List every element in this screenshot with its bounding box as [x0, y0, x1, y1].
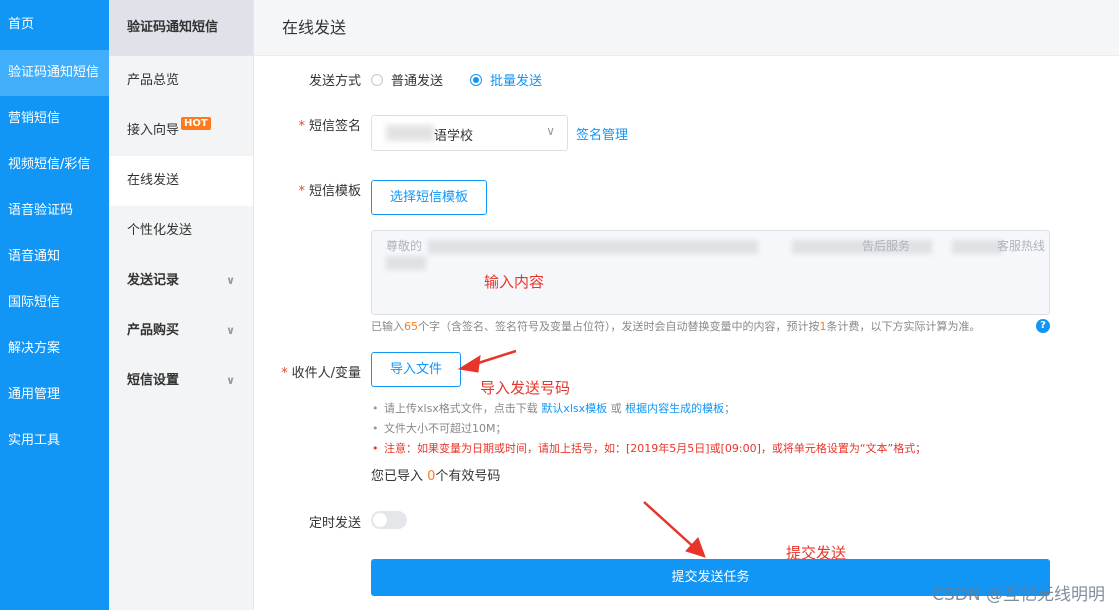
- nav-item-home[interactable]: 首页: [0, 0, 109, 50]
- main-content: 在线发送 发送方式 普通发送 批量发送 * 短信签名 语学校 ∨ 签名管理 * 短信…: [254, 0, 1119, 610]
- subnav-item-label: 接入向导: [127, 123, 180, 138]
- subnav-item-online-send[interactable]: 在线发送: [109, 156, 253, 206]
- arrow-head-import: [457, 355, 481, 373]
- arrow-head-submit: [685, 537, 706, 558]
- chevron-down-icon: ∨: [226, 324, 235, 337]
- arrow-line-submit: [643, 501, 698, 551]
- nav-item-general-mgmt[interactable]: 通用管理: [0, 372, 109, 418]
- annotation-arrows: [457, 349, 706, 558]
- subnav-item-personalized-send[interactable]: 个性化发送: [109, 206, 253, 256]
- subnav-group-settings[interactable]: 短信设置 ∨: [109, 356, 253, 406]
- subnav-group-send-records[interactable]: 发送记录 ∨: [109, 256, 253, 306]
- nav-item-verify-sms[interactable]: 验证码通知短信: [0, 50, 109, 96]
- nav-item-solutions[interactable]: 解决方案: [0, 326, 109, 372]
- primary-sidebar: 首页 验证码通知短信 营销短信 视频短信/彩信 语音验证码 语音通知 国际短信 …: [0, 0, 109, 610]
- subnav-item-label: 发送记录: [127, 273, 180, 288]
- nav-item-intl-sms[interactable]: 国际短信: [0, 280, 109, 326]
- chevron-down-icon: ∨: [226, 374, 235, 387]
- watermark: CSDN @互亿无线明明: [932, 585, 1105, 605]
- subnav-item-guide[interactable]: 接入向导 HOT: [109, 106, 253, 156]
- subnav-item-label: 短信设置: [127, 373, 180, 388]
- nav-item-voice-notice[interactable]: 语音通知: [0, 234, 109, 280]
- nav-item-tools[interactable]: 实用工具: [0, 418, 109, 464]
- hot-badge: HOT: [181, 117, 211, 130]
- secondary-sidebar-title: 验证码通知短信: [109, 0, 253, 56]
- subnav-item-overview[interactable]: 产品总览: [109, 56, 253, 106]
- subnav-item-label: 产品购买: [127, 323, 180, 338]
- secondary-sidebar: 验证码通知短信 产品总览 接入向导 HOT 在线发送 个性化发送 发送记录 ∨ …: [109, 0, 254, 610]
- nav-item-voice-code[interactable]: 语音验证码: [0, 188, 109, 234]
- nav-item-video-sms[interactable]: 视频短信/彩信: [0, 142, 109, 188]
- nav-item-marketing-sms[interactable]: 营销短信: [0, 96, 109, 142]
- subnav-group-purchase[interactable]: 产品购买 ∨: [109, 306, 253, 356]
- chevron-down-icon: ∨: [226, 274, 235, 287]
